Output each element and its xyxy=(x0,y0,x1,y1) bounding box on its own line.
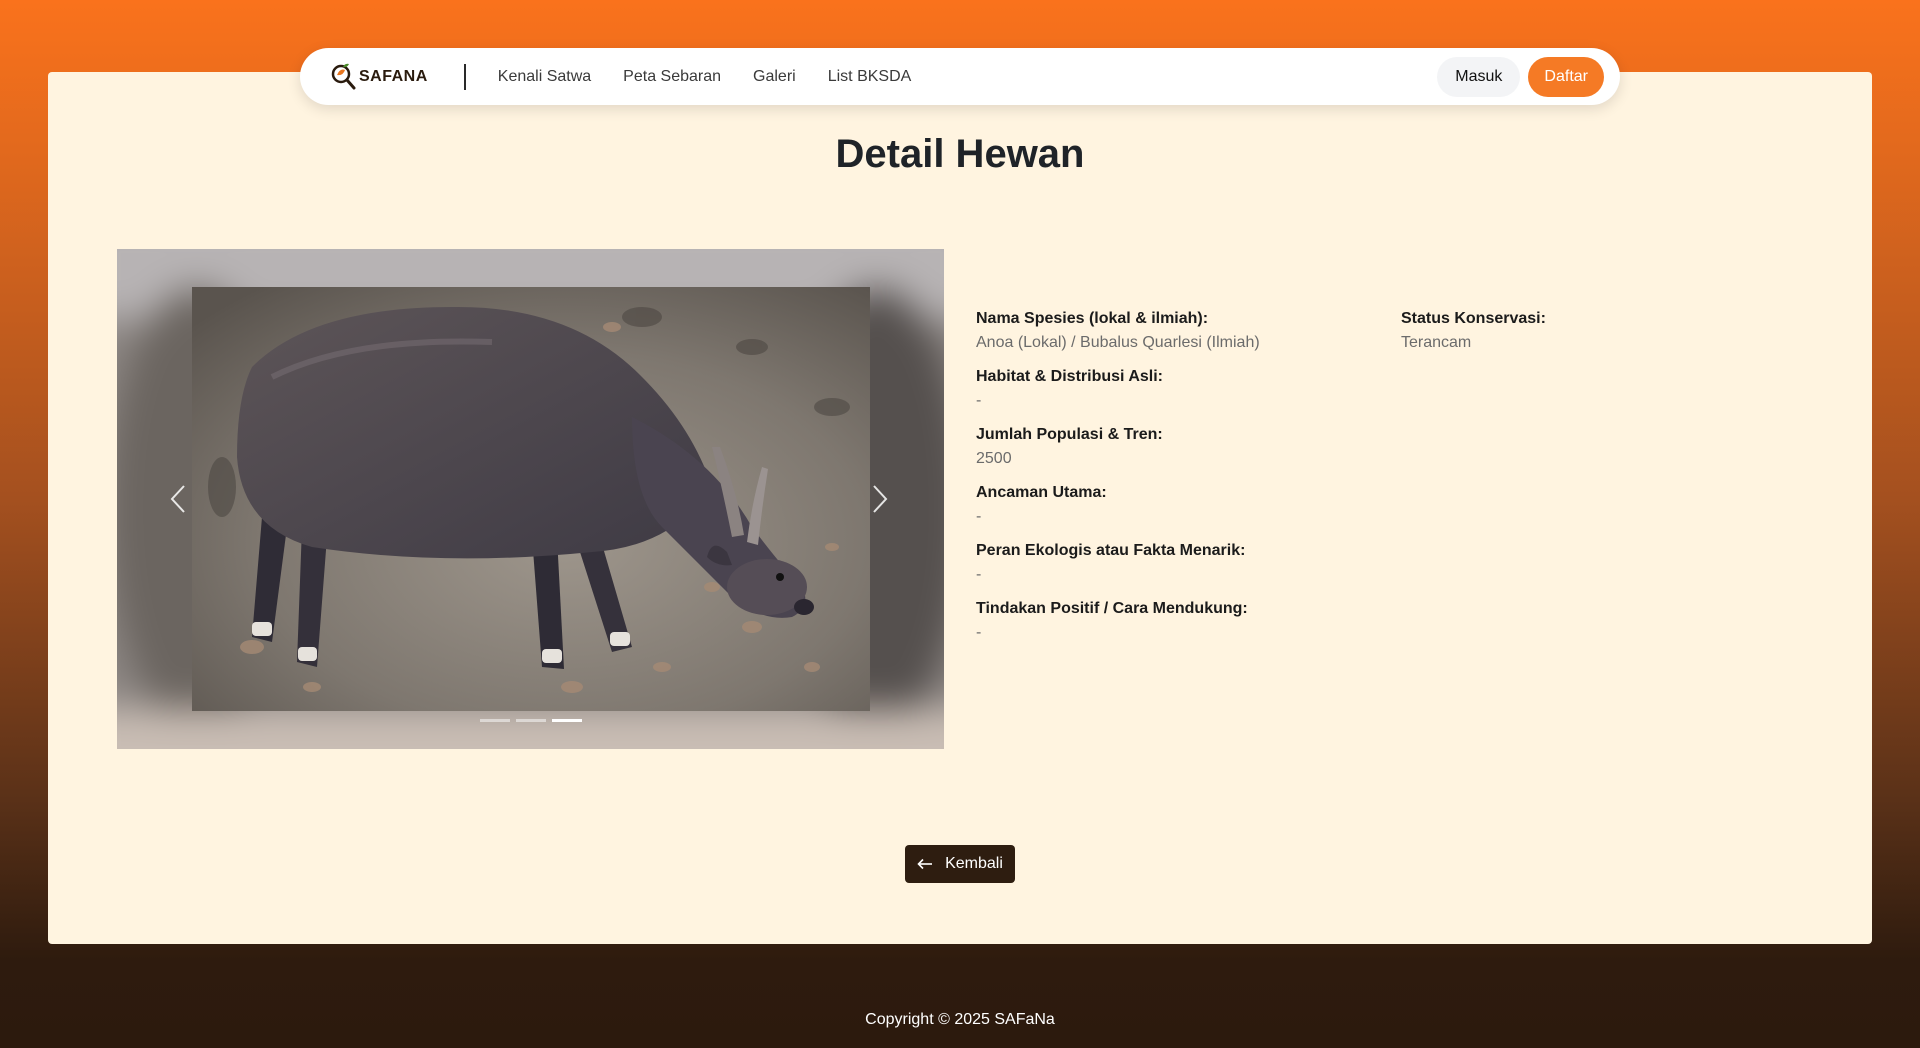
field-threats: Ancaman Utama: - xyxy=(976,483,1376,527)
field-conservation-status: Status Konservasi: Terancam xyxy=(1401,309,1801,353)
field-label: Habitat & Distribusi Asli: xyxy=(976,368,1163,385)
nav-link-galeri[interactable]: Galeri xyxy=(753,68,796,86)
back-button-label: Kembali xyxy=(945,855,1003,872)
field-value: - xyxy=(976,508,982,525)
back-button[interactable]: Kembali xyxy=(905,845,1015,883)
magnifier-leaf-icon xyxy=(331,63,356,89)
carousel-indicator-2[interactable] xyxy=(515,719,546,722)
field-label: Ancaman Utama: xyxy=(976,484,1107,501)
detail-column-left: Nama Spesies (lokal & ilmiah): Anoa (Lok… xyxy=(976,309,1376,657)
carousel-indicators xyxy=(117,719,944,722)
nav-divider xyxy=(463,63,466,90)
brand-logo[interactable]: SAFANA xyxy=(330,61,428,93)
carousel-indicator-1[interactable] xyxy=(479,719,510,722)
carousel-prev-button[interactable] xyxy=(161,479,195,519)
carousel-next-button[interactable] xyxy=(863,479,897,519)
nav-link-peta-sebaran[interactable]: Peta Sebaran xyxy=(623,68,721,86)
nav-link-list-bksda[interactable]: List BKSDA xyxy=(828,68,912,86)
field-label: Nama Spesies (lokal & ilmiah): xyxy=(976,310,1209,327)
field-value: - xyxy=(976,566,982,583)
arrow-left-icon xyxy=(917,858,933,870)
field-population: Jumlah Populasi & Tren: 2500 xyxy=(976,425,1376,469)
carousel-indicator-3[interactable] xyxy=(551,719,582,722)
register-button[interactable]: Daftar xyxy=(1528,56,1604,97)
top-navbar: SAFANA Kenali Satwa Peta Sebaran Galeri … xyxy=(300,48,1620,105)
chevron-right-icon xyxy=(873,485,888,513)
footer-copyright: Copyright © 2025 SAFaNa xyxy=(865,1011,1055,1028)
field-label: Tindakan Positif / Cara Mendukung: xyxy=(976,600,1248,617)
field-value: - xyxy=(976,392,982,409)
field-species: Nama Spesies (lokal & ilmiah): Anoa (Lok… xyxy=(976,309,1376,353)
nav-links: Kenali Satwa Peta Sebaran Galeri List BK… xyxy=(498,68,912,86)
field-value: Terancam xyxy=(1401,334,1472,351)
nav-actions: Masuk Daftar xyxy=(1437,56,1604,97)
nav-link-kenali-satwa[interactable]: Kenali Satwa xyxy=(498,68,591,86)
detail-column-right: Status Konservasi: Terancam xyxy=(1401,309,1801,367)
field-habitat: Habitat & Distribusi Asli: - xyxy=(976,367,1376,411)
field-label: Jumlah Populasi & Tren: xyxy=(976,426,1163,443)
brand-name: SAFANA xyxy=(359,67,428,85)
chevron-left-icon xyxy=(170,485,185,513)
field-value: Anoa (Lokal) / Bubalus Quarlesi (Ilmiah) xyxy=(976,334,1260,351)
field-value: - xyxy=(976,624,982,641)
field-label: Peran Ekologis atau Fakta Menarik: xyxy=(976,542,1246,559)
field-value: 2500 xyxy=(976,450,1012,467)
field-label: Status Konservasi: xyxy=(1401,310,1546,327)
login-button[interactable]: Masuk xyxy=(1437,56,1521,97)
field-actions: Tindakan Positif / Cara Mendukung: - xyxy=(976,599,1376,643)
anoa-photo xyxy=(192,287,870,711)
page-title: Detail Hewan xyxy=(835,132,1085,176)
image-carousel[interactable] xyxy=(117,249,944,749)
field-ecology: Peran Ekologis atau Fakta Menarik: - xyxy=(976,541,1376,585)
